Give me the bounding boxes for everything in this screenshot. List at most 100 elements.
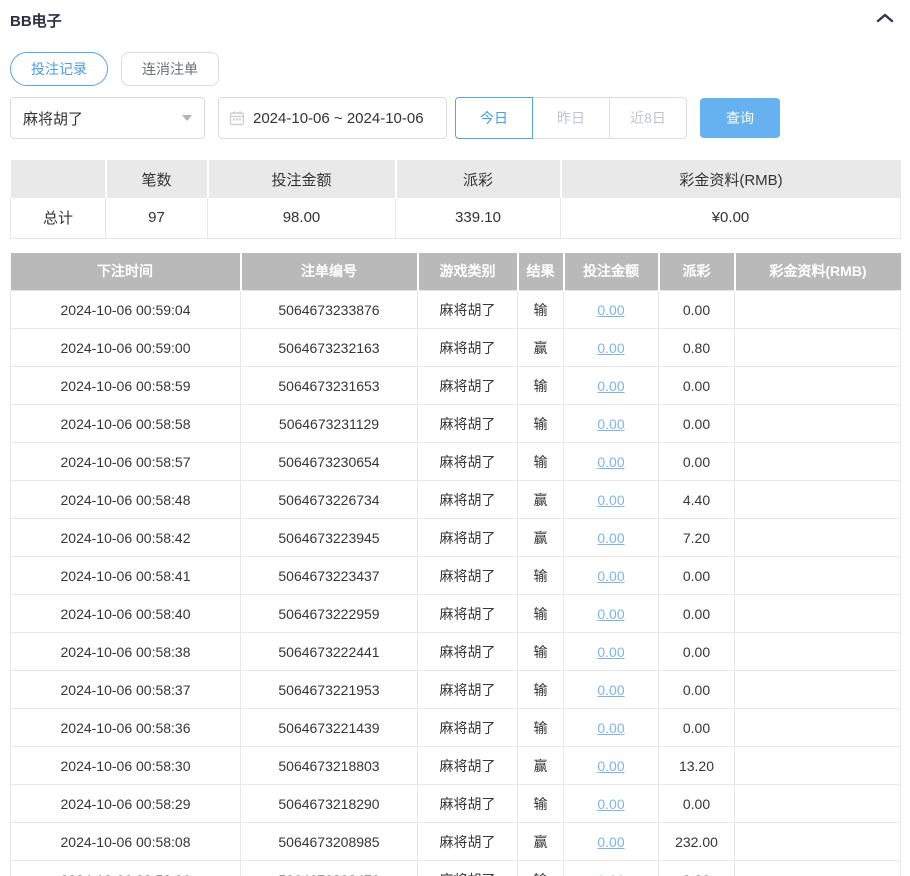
filter-bar: 麻将胡了 2024-10-06 ~ 2024-10-06 今日 昨日 近8日 查… (10, 97, 900, 139)
summary-header-row: 笔数 投注金额 派彩 彩金资料(RMB) (11, 160, 901, 198)
tab-bet-records[interactable]: 投注记录 (10, 52, 108, 86)
cell-result: 赢 (518, 823, 564, 861)
cell-payout: 0.00 (659, 709, 735, 747)
bet-amount-link[interactable]: 0.00 (597, 492, 624, 508)
date-range-input[interactable]: 2024-10-06 ~ 2024-10-06 (218, 97, 447, 139)
bet-amount-link[interactable]: 0.00 (597, 644, 624, 660)
bet-amount-link[interactable]: 0.00 (597, 606, 624, 622)
cell-result: 输 (518, 557, 564, 595)
cell-game-type: 麻将胡了 (418, 747, 518, 785)
cell-bet-amount: 0.00 (564, 443, 659, 481)
cell-payout: 0.80 (659, 329, 735, 367)
summary-col-bonus: 彩金资料(RMB) (561, 160, 901, 198)
records-table-body: 2024-10-06 00:59:04 5064673233876 麻将胡了 输… (11, 291, 901, 876)
table-row: 2024-10-06 00:58:38 5064673222441 麻将胡了 输… (11, 633, 901, 671)
summary-col-bet-amount: 投注金额 (208, 160, 396, 198)
cell-bet-amount: 0.00 (564, 557, 659, 595)
cell-payout: 0.00 (659, 405, 735, 443)
table-row: 2024-10-06 00:58:59 5064673231653 麻将胡了 输… (11, 367, 901, 405)
cell-bet-id: 5064673222441 (241, 633, 418, 671)
cell-bet-time: 2024-10-06 00:59:04 (11, 291, 241, 329)
cell-bet-time: 2024-10-06 00:58:58 (11, 405, 241, 443)
bet-amount-link[interactable]: 0.00 (597, 834, 624, 850)
cell-bet-id: 5064673221953 (241, 671, 418, 709)
cell-result: 赢 (518, 481, 564, 519)
bet-amount-link[interactable]: 0.00 (597, 758, 624, 774)
cell-payout: 4.40 (659, 481, 735, 519)
cell-bet-amount: 0.00 (564, 709, 659, 747)
game-select[interactable]: 麻将胡了 (10, 97, 205, 139)
cell-bet-id: 5064673223437 (241, 557, 418, 595)
cell-bet-amount: 0.00 (564, 671, 659, 709)
col-bet-time: 下注时间 (11, 253, 241, 291)
table-row: 2024-10-06 00:58:57 5064673230654 麻将胡了 输… (11, 443, 901, 481)
cell-payout: 0.00 (659, 443, 735, 481)
cell-bet-amount: 0.00 (564, 405, 659, 443)
cell-bet-amount: 0.00 (564, 519, 659, 557)
cell-bonus (735, 747, 901, 785)
table-row: 2024-10-06 00:58:58 5064673231129 麻将胡了 输… (11, 405, 901, 443)
cell-payout: 7.20 (659, 519, 735, 557)
cell-bet-time: 2024-10-06 00:58:06 (11, 861, 241, 876)
cell-bet-amount: 0.00 (564, 367, 659, 405)
cell-game-type: 麻将胡了 (418, 519, 518, 557)
cell-bet-id: 5064673208985 (241, 823, 418, 861)
cell-payout: 0.00 (659, 785, 735, 823)
summary-total-label: 总计 (11, 198, 106, 238)
cell-game-type: 麻将胡了 (418, 785, 518, 823)
col-bet-amount: 投注金额 (564, 253, 659, 291)
cell-result: 输 (518, 633, 564, 671)
cell-bet-time: 2024-10-06 00:58:29 (11, 785, 241, 823)
cell-bet-amount: 0.00 (564, 595, 659, 633)
cell-bonus (735, 671, 901, 709)
cell-game-type: 麻将胡了 (418, 557, 518, 595)
cell-bonus (735, 329, 901, 367)
last-8-days-button[interactable]: 近8日 (609, 97, 687, 139)
bet-amount-link[interactable]: 0.00 (597, 530, 624, 546)
bet-amount-link[interactable]: 0.00 (597, 302, 624, 318)
tab-cancelled-bets[interactable]: 连消注单 (121, 52, 219, 86)
cell-result: 输 (518, 443, 564, 481)
bet-amount-link[interactable]: 0.00 (597, 378, 624, 394)
date-range-value: 2024-10-06 ~ 2024-10-06 (253, 110, 424, 127)
bet-amount-link[interactable]: 0.00 (597, 720, 624, 736)
bet-amount-link[interactable]: 0.00 (597, 454, 624, 470)
cell-bet-time: 2024-10-06 00:58:36 (11, 709, 241, 747)
cell-result: 输 (518, 595, 564, 633)
cell-result: 赢 (518, 519, 564, 557)
cell-bonus (735, 557, 901, 595)
cell-game-type: 麻将胡了 (418, 405, 518, 443)
yesterday-button[interactable]: 昨日 (532, 97, 610, 139)
col-payout: 派彩 (659, 253, 735, 291)
cell-bet-id: 5064673222959 (241, 595, 418, 633)
cell-bet-id: 5064673232163 (241, 329, 418, 367)
chevron-up-icon[interactable] (876, 11, 894, 29)
cell-game-type: 麻将胡了 (418, 291, 518, 329)
cell-bonus (735, 823, 901, 861)
bet-amount-link[interactable]: 0.00 (597, 796, 624, 812)
cell-result: 输 (518, 785, 564, 823)
col-bonus: 彩金资料(RMB) (735, 253, 901, 291)
cell-game-type: 麻将胡了 (418, 443, 518, 481)
cell-bet-time: 2024-10-06 00:58:38 (11, 633, 241, 671)
cell-game-type: 麻将胡了 (418, 823, 518, 861)
bet-amount-link[interactable]: 0.00 (597, 872, 624, 876)
bet-amount-link[interactable]: 0.00 (597, 416, 624, 432)
cell-bet-id: 5064673231129 (241, 405, 418, 443)
summary-col-count: 笔数 (106, 160, 208, 198)
cell-payout: 13.20 (659, 747, 735, 785)
cell-bet-id: 5064673218803 (241, 747, 418, 785)
bet-amount-link[interactable]: 0.00 (597, 340, 624, 356)
cell-payout: 232.00 (659, 823, 735, 861)
today-button[interactable]: 今日 (455, 97, 533, 139)
cell-bet-id: 5064673218290 (241, 785, 418, 823)
cell-result: 赢 (518, 747, 564, 785)
query-button[interactable]: 查询 (700, 98, 780, 138)
tab-bar: 投注记录 连消注单 (10, 52, 900, 86)
cell-bet-time: 2024-10-06 00:58:30 (11, 747, 241, 785)
cell-bet-time: 2024-10-06 00:58:40 (11, 595, 241, 633)
bet-amount-link[interactable]: 0.00 (597, 568, 624, 584)
bet-amount-link[interactable]: 0.00 (597, 682, 624, 698)
cell-bet-amount: 0.00 (564, 861, 659, 876)
summary-col-blank (11, 160, 106, 198)
